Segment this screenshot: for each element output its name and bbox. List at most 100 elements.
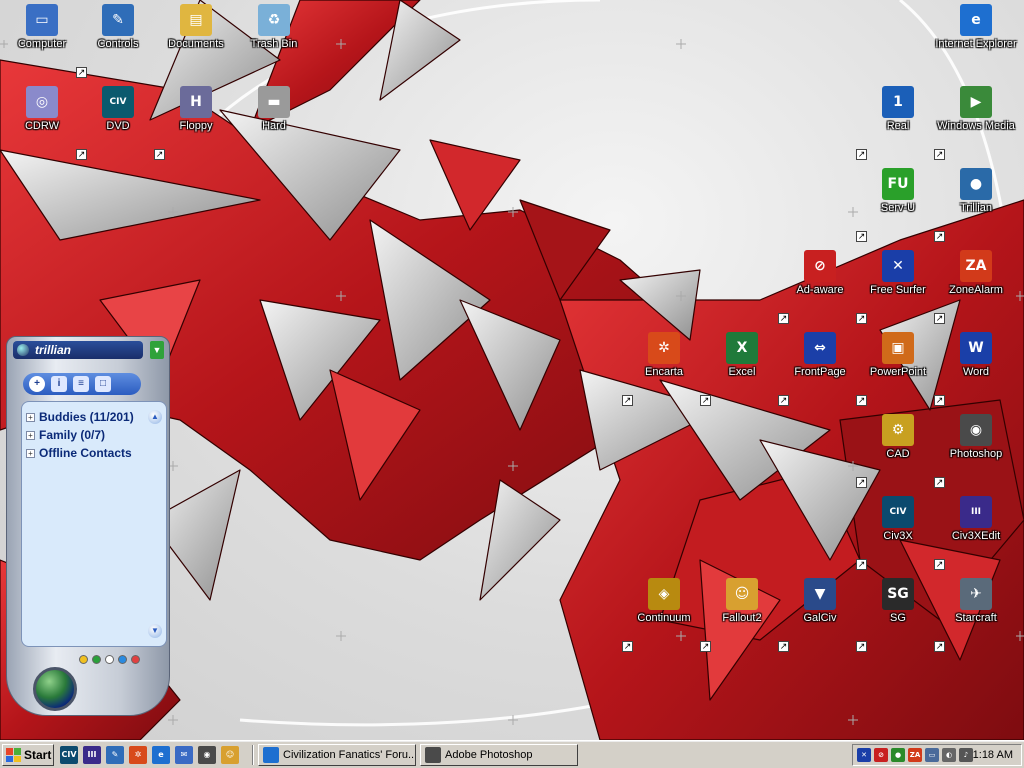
desktop-icon-powerpoint[interactable]: ▣ ↗ PowerPoint bbox=[856, 330, 940, 406]
shortcut-arrow-icon: ↗ bbox=[934, 559, 945, 570]
trillian-contact-list[interactable]: + Buddies (11/201) + Family (0/7) + Offl… bbox=[21, 401, 167, 647]
desktop-icon-floppy[interactable]: H ↗ Floppy bbox=[154, 84, 238, 160]
desktop-icon-starcraft[interactable]: ✈ ↗ Starcraft bbox=[934, 576, 1018, 652]
trillian-globe-icon[interactable] bbox=[33, 667, 77, 711]
outlook-icon[interactable]: ✉ bbox=[175, 746, 193, 764]
desktop-icon-frontpage[interactable]: ⇔ ↗ FrontPage bbox=[778, 330, 862, 406]
desktop-icon-cdrw[interactable]: ◎ CDRW bbox=[0, 84, 84, 160]
shortcut-arrow-icon: ↗ bbox=[76, 67, 87, 78]
desktop-icon-label: Controls bbox=[97, 38, 139, 50]
task-button[interactable]: Adobe Photoshop bbox=[420, 744, 578, 766]
volume-icon[interactable]: ◐ bbox=[942, 748, 956, 762]
add-contact-icon[interactable]: + bbox=[29, 376, 45, 392]
desktop-icon-excel[interactable]: X ↗ Excel bbox=[700, 330, 784, 406]
window-icon[interactable]: □ bbox=[95, 376, 111, 392]
shortcut-arrow-icon: ↗ bbox=[76, 149, 87, 160]
group-buddies[interactable]: + Buddies (11/201) bbox=[26, 410, 134, 424]
sg-icon: SG bbox=[882, 578, 914, 610]
desktop-icon-encarta[interactable]: ✲ ↗ Encarta bbox=[622, 330, 706, 406]
desktop-icon-computer[interactable]: ▭ Computer bbox=[0, 2, 84, 78]
desktop-icon-controls[interactable]: ✎ ↗ Controls bbox=[76, 2, 160, 78]
desktop[interactable]: ▭ Computer ✎ ↗ Controls ▤ Documents ♻ Trash Bin e… bbox=[0, 0, 1024, 740]
desktop-icon-label: PowerPoint bbox=[869, 366, 927, 378]
info-icon[interactable]: i bbox=[51, 376, 67, 392]
trillian-window[interactable]: trillian ▼ + i ≡ □ + Buddies (11/201) + Fam… bbox=[6, 336, 170, 716]
trillian-logo-icon bbox=[17, 344, 29, 356]
desktop-icon-label: Computer bbox=[17, 38, 67, 50]
encarta-icon[interactable]: ✲ bbox=[129, 746, 147, 764]
windows-logo-icon bbox=[6, 748, 21, 762]
trillian-menu-button[interactable]: ▼ bbox=[150, 341, 164, 359]
desktop-icon-civ3[interactable]: CIV ↗ Civ3X bbox=[856, 494, 940, 570]
desktop-icon-label: Fallout2 bbox=[722, 612, 762, 624]
internet-explorer-icon[interactable]: e bbox=[152, 746, 170, 764]
task-button[interactable]: Civilization Fanatics' Foru... bbox=[258, 744, 416, 766]
speaker-icon[interactable]: ♪ bbox=[959, 748, 973, 762]
scroll-up-button[interactable]: ▲ bbox=[148, 410, 162, 424]
realplayer-icon: 1 bbox=[882, 86, 914, 118]
group-offline-contacts[interactable]: + Offline Contacts bbox=[26, 446, 132, 460]
desktop-icon-label: FrontPage bbox=[794, 366, 846, 378]
desktop-icon-label: CDRW bbox=[24, 120, 59, 132]
desktop-icon-word[interactable]: W ↗ Word bbox=[934, 330, 1018, 406]
photoshop-icon bbox=[425, 747, 441, 763]
desktop-icon-continuum[interactable]: ◈ ↗ Continuum bbox=[622, 576, 706, 652]
expand-icon[interactable]: + bbox=[26, 412, 35, 422]
expand-icon[interactable]: + bbox=[26, 448, 35, 458]
control-panel-icon[interactable]: ✎ bbox=[106, 746, 124, 764]
zonealarm-icon[interactable]: ZA bbox=[908, 748, 922, 762]
display-icon[interactable]: ▭ bbox=[925, 748, 939, 762]
desktop-icon-cad[interactable]: ⚙ ↗ CAD bbox=[856, 412, 940, 488]
shortcut-arrow-icon: ↗ bbox=[856, 149, 867, 160]
civ3-icon[interactable]: CIV bbox=[60, 746, 78, 764]
desktop-icon-label: Trash Bin bbox=[250, 38, 298, 50]
desktop-icon-servu[interactable]: FU ↗ Serv-U bbox=[856, 166, 940, 242]
desktop-icon-civ3xedit[interactable]: III ↗ Civ3XEdit bbox=[934, 494, 1018, 570]
shortcut-arrow-icon: ↗ bbox=[778, 641, 789, 652]
desktop-icon-zonealarm[interactable]: ZA ↗ ZoneAlarm bbox=[934, 248, 1018, 324]
desktop-icon-adaware[interactable]: ⊘ ↗ Ad-aware bbox=[778, 248, 862, 324]
status-icon[interactable]: ≡ bbox=[73, 376, 89, 392]
desktop-icon-freesurfer[interactable]: ✕ ↗ Free Surfer bbox=[856, 248, 940, 324]
status-dot-icon[interactable] bbox=[131, 655, 140, 664]
desktop-icon-dvd[interactable]: CIV ↗ DVD bbox=[76, 84, 160, 160]
civ3-editor-icon[interactable]: III bbox=[83, 746, 101, 764]
expand-icon[interactable]: + bbox=[26, 430, 35, 440]
continuum-icon: ◈ bbox=[648, 578, 680, 610]
network-icon[interactable]: ● bbox=[891, 748, 905, 762]
group-family[interactable]: + Family (0/7) bbox=[26, 428, 105, 442]
ad-aware-icon[interactable]: ⊘ bbox=[874, 748, 888, 762]
status-dot-icon[interactable] bbox=[118, 655, 127, 664]
powerpoint-icon: ▣ bbox=[882, 332, 914, 364]
desktop-icon-trillian[interactable]: ● ↗ Trillian bbox=[934, 166, 1018, 242]
shortcut-arrow-icon: ↗ bbox=[622, 395, 633, 406]
desktop-icon-wmp[interactable]: ▶ ↗ Windows Media bbox=[934, 84, 1018, 160]
desktop-icon-trash[interactable]: ♻ Trash Bin bbox=[232, 2, 316, 78]
desktop-icon-galciv[interactable]: ▼ ↗ GalCiv bbox=[778, 576, 862, 652]
shortcut-arrow-icon: ↗ bbox=[700, 395, 711, 406]
status-dot-icon[interactable] bbox=[92, 655, 101, 664]
desktop-icon-documents[interactable]: ▤ Documents bbox=[154, 2, 238, 78]
shortcut-arrow-icon: ↗ bbox=[778, 395, 789, 406]
scroll-down-button[interactable]: ▼ bbox=[148, 624, 162, 638]
ad-aware-icon: ⊘ bbox=[804, 250, 836, 282]
status-dot-icon[interactable] bbox=[105, 655, 114, 664]
shortcut-arrow-icon: ↗ bbox=[934, 149, 945, 160]
desktop-icon-photoshop[interactable]: ◉ ↗ Photoshop bbox=[934, 412, 1018, 488]
desktop-icon-real[interactable]: 1 ↗ Real bbox=[856, 84, 940, 160]
desktop-icon-sg[interactable]: SG ↗ SG bbox=[856, 576, 940, 652]
desktop-icon-hard[interactable]: ▬ Hard bbox=[232, 84, 316, 160]
trillian-title-bar[interactable]: trillian bbox=[13, 341, 143, 359]
clock[interactable]: 1:18 AM bbox=[973, 749, 1013, 761]
task-button-label: Adobe Photoshop bbox=[445, 749, 533, 761]
desktop-icon-ie[interactable]: e Internet Explorer bbox=[934, 2, 1018, 78]
photoshop-icon[interactable]: ◉ bbox=[198, 746, 216, 764]
trillian-icon: ● bbox=[960, 168, 992, 200]
start-button[interactable]: Start bbox=[2, 744, 54, 766]
fallout2-icon[interactable]: ☺ bbox=[221, 746, 239, 764]
status-dot-icon[interactable] bbox=[79, 655, 88, 664]
floppy-drive-icon: H bbox=[180, 86, 212, 118]
serv-u-icon: FU bbox=[882, 168, 914, 200]
desktop-icon-fallout2[interactable]: ☺ ↗ Fallout2 bbox=[700, 576, 784, 652]
free-surfer-icon[interactable]: ✕ bbox=[857, 748, 871, 762]
